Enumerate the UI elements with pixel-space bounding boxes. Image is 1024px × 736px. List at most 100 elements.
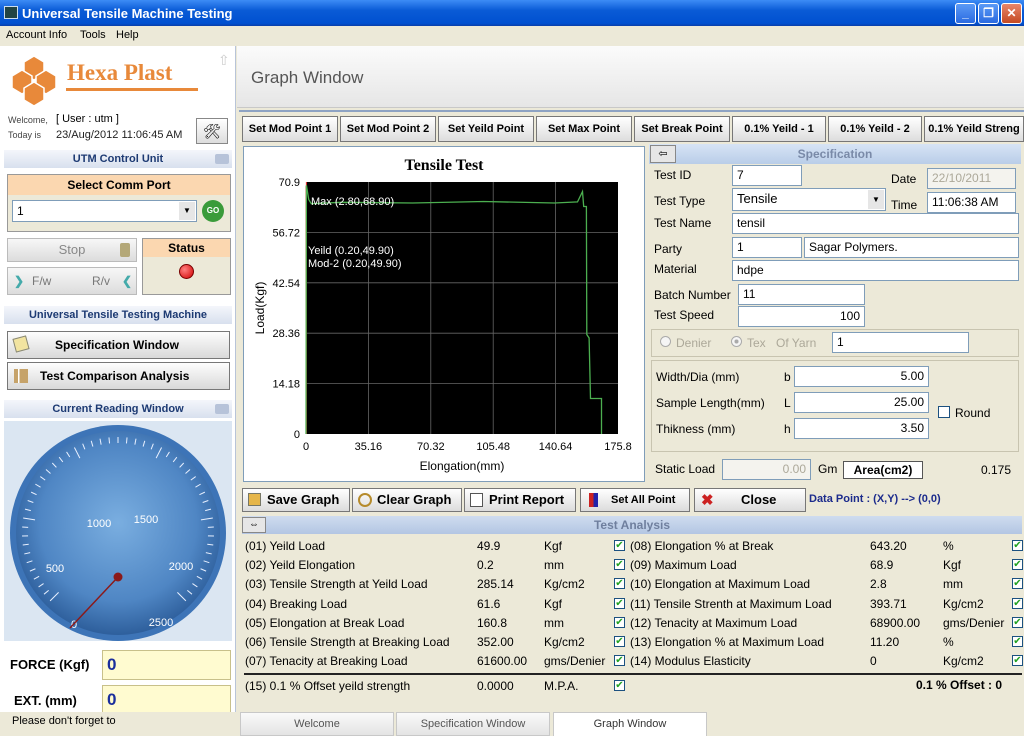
test-id-field[interactable]: 7: [732, 165, 802, 186]
analysis-label: (01) Yeild Load: [245, 539, 326, 553]
batch-number-field[interactable]: 11: [738, 284, 865, 305]
set-mod-point-1-button[interactable]: Set Mod Point 1: [242, 116, 338, 142]
menu-tools[interactable]: Tools: [80, 29, 106, 41]
analysis-checkbox[interactable]: ✔: [1012, 578, 1023, 590]
set-mod-point-2-button[interactable]: Set Mod Point 2: [340, 116, 436, 142]
menu-account-info[interactable]: Account Info: [6, 29, 67, 41]
set-max-point-button[interactable]: Set Max Point: [536, 116, 632, 142]
spec-toggle-icon[interactable]: ⇦: [650, 145, 676, 163]
yeild-2-button[interactable]: 0.1% Yeild - 2: [828, 116, 922, 142]
denier-label: Denier: [676, 336, 712, 350]
test-name-label: Test Name: [654, 216, 712, 230]
save-graph-button[interactable]: Save Graph: [242, 488, 350, 512]
collapse-icon[interactable]: [215, 404, 229, 414]
material-field[interactable]: hdpe: [732, 260, 1019, 281]
analysis-unit: Kg/cm2: [943, 654, 984, 669]
analysis-label: (12) Tenacity at Maximum Load: [630, 615, 798, 630]
annotation-yeild: Yeild (0.20,49.90): [308, 245, 394, 257]
analysis-toggle-icon[interactable]: ⇔: [242, 517, 266, 533]
yeild-1-button[interactable]: 0.1% Yeild - 1: [732, 116, 826, 142]
test-name-field[interactable]: tensil: [732, 213, 1019, 234]
party-name-field[interactable]: Sagar Polymers.: [804, 237, 1019, 258]
party-code-field[interactable]: 1: [732, 237, 802, 258]
analysis-value: 393.71: [870, 596, 907, 611]
go-button[interactable]: GO: [202, 200, 224, 222]
test-comparison-button[interactable]: Test Comparison Analysis: [7, 362, 230, 390]
reading-header: Current Reading Window: [4, 400, 232, 418]
analysis-checkbox[interactable]: ✔: [614, 616, 625, 628]
print-icon: [470, 493, 483, 507]
plot-area: [306, 182, 618, 434]
x-tick-label: 0: [303, 441, 309, 453]
analysis-checkbox[interactable]: ✔: [1012, 540, 1023, 551]
specification-header: Specification: [649, 144, 1021, 164]
yeild-strength-button[interactable]: 0.1% Yeild Streng: [924, 116, 1024, 142]
dropdown-arrow-icon[interactable]: ▼: [179, 202, 195, 220]
analysis-checkbox[interactable]: ✔: [1012, 597, 1023, 609]
menu-help[interactable]: Help: [116, 29, 139, 41]
maximize-button[interactable]: ❐: [978, 3, 999, 24]
round-checkbox[interactable]: [938, 406, 950, 418]
tab-specification-window[interactable]: Specification Window: [396, 712, 550, 736]
denier-radio[interactable]: [660, 336, 671, 347]
user-tools-button[interactable]: 🛠: [196, 118, 228, 144]
thickness-field[interactable]: 3.50: [794, 418, 929, 439]
print-report-button[interactable]: Print Report: [464, 488, 576, 512]
clear-graph-label: Clear Graph: [377, 492, 452, 507]
minimize-button[interactable]: _: [955, 3, 976, 24]
reverse-arrow-icon: ❮: [122, 274, 133, 288]
analysis-checkbox[interactable]: ✔: [614, 540, 625, 551]
close-button[interactable]: ✖ Close: [694, 488, 806, 512]
print-report-label: Print Report: [489, 492, 565, 507]
specification-window-button[interactable]: Specification Window: [7, 331, 230, 359]
batch-number-label: Batch Number: [654, 288, 731, 302]
analysis-label: (07) Tenacity at Breaking Load: [245, 654, 408, 669]
analysis-checkbox[interactable]: ✔: [1012, 636, 1023, 647]
analysis-checkbox[interactable]: ✔: [614, 636, 625, 647]
analysis-value: 0.2: [477, 558, 494, 573]
date-field[interactable]: 22/10/2011: [927, 168, 1016, 189]
analysis-divider: [244, 673, 1022, 675]
analysis-checkbox[interactable]: ✔: [1012, 559, 1023, 571]
y-tick-label: 0: [294, 429, 300, 441]
test-type-select[interactable]: Tensile ▼: [732, 188, 886, 211]
analysis-value: 352.00: [477, 635, 514, 649]
analysis-checkbox[interactable]: ✔: [1012, 616, 1023, 628]
close-window-button[interactable]: ✕: [1001, 3, 1022, 24]
set-yeild-point-button[interactable]: Set Yeild Point: [438, 116, 534, 142]
set-all-point-button[interactable]: Set All Point: [580, 488, 690, 512]
width-field[interactable]: 5.00: [794, 366, 929, 387]
yarn-field[interactable]: 1: [832, 332, 969, 353]
clear-graph-button[interactable]: Clear Graph: [352, 488, 462, 512]
static-load-field[interactable]: 0.00: [722, 459, 811, 480]
offset-yeild-checkbox[interactable]: ✔: [614, 680, 625, 691]
analysis-checkbox[interactable]: ✔: [614, 655, 625, 667]
scroll-up-icon[interactable]: ⇧: [218, 52, 230, 69]
of-yarn-label: Of Yarn: [776, 336, 817, 350]
forward-button[interactable]: F/w: [32, 274, 51, 288]
analysis-checkbox[interactable]: ✔: [614, 559, 625, 571]
set-break-point-button[interactable]: Set Break Point: [634, 116, 730, 142]
analysis-checkbox[interactable]: ✔: [614, 578, 625, 590]
tab-graph-window[interactable]: Graph Window: [553, 712, 707, 736]
collapse-icon[interactable]: [215, 154, 229, 164]
length-symbol: L: [784, 396, 791, 410]
time-field[interactable]: 11:06:38 AM: [927, 192, 1016, 213]
analysis-value: 11.20: [870, 635, 900, 649]
tex-radio[interactable]: [731, 336, 742, 347]
tab-welcome[interactable]: Welcome: [240, 712, 394, 736]
test-speed-field[interactable]: 100: [738, 306, 865, 327]
stop-button[interactable]: Stop: [7, 238, 137, 262]
comm-port-select[interactable]: 1 ▼: [12, 200, 197, 222]
analysis-checkbox[interactable]: ✔: [614, 597, 625, 609]
gauge-tick-mark: [108, 437, 111, 444]
analysis-checkbox[interactable]: ✔: [1012, 655, 1023, 667]
x-tick-label: 70.32: [417, 441, 445, 453]
analysis-unit: mm: [943, 577, 963, 592]
x-tick-label: 105.48: [476, 441, 510, 453]
dropdown-arrow-icon[interactable]: ▼: [868, 190, 884, 209]
analysis-label: (04) Breaking Load: [245, 596, 348, 611]
length-field[interactable]: 25.00: [794, 392, 929, 413]
close-icon: ✖: [701, 492, 714, 509]
reverse-button[interactable]: R/v: [92, 274, 110, 288]
